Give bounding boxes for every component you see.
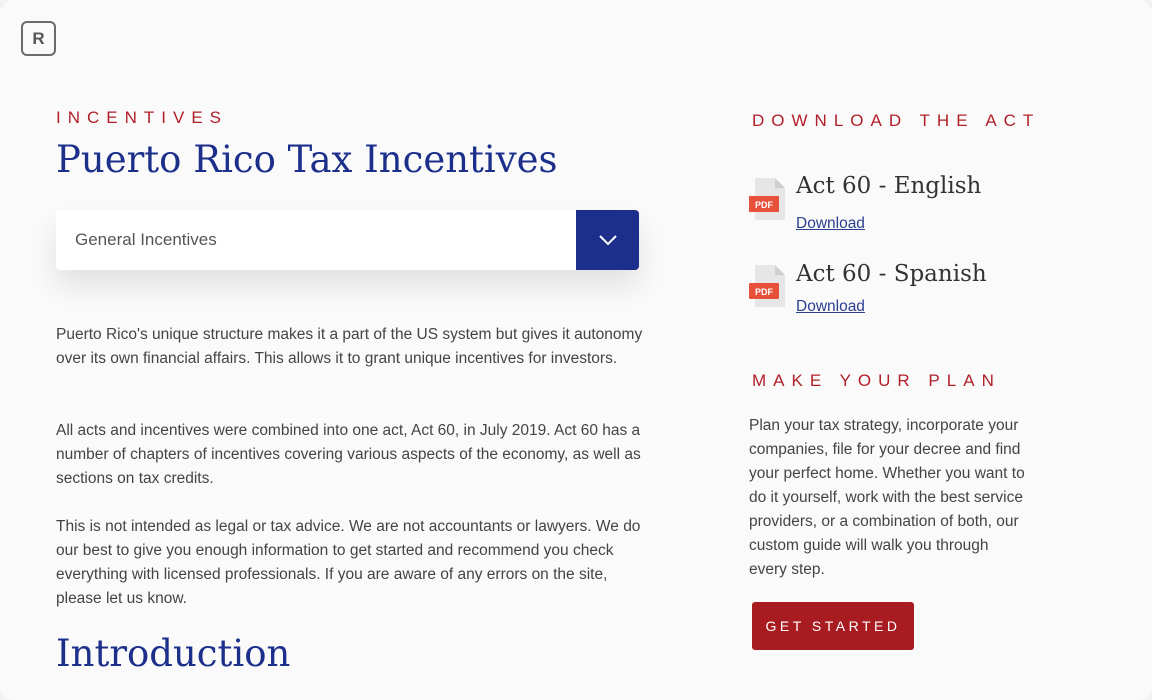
page: R INCENTIVES Puerto Rico Tax Incentives … (0, 0, 1152, 700)
logo[interactable]: R (21, 21, 56, 56)
incentives-select[interactable]: General Incentives (56, 210, 639, 270)
pdf-file-icon: PDF (749, 178, 785, 220)
intro-paragraph-3: This is not intended as legal or tax adv… (56, 518, 641, 607)
select-toggle-button[interactable] (576, 210, 639, 270)
download-title: Act 60 - English (796, 173, 982, 199)
chevron-down-icon (598, 235, 617, 246)
svg-text:PDF: PDF (755, 287, 774, 297)
plan-heading: MAKE YOUR PLAN (752, 371, 1001, 390)
section-eyebrow: INCENTIVES (56, 108, 229, 127)
intro-paragraph-1: Puerto Rico's unique structure makes it … (56, 326, 643, 367)
intro-paragraph-2: All acts and incentives were combined in… (56, 422, 641, 487)
svg-text:PDF: PDF (755, 200, 774, 210)
pdf-file-icon: PDF (749, 265, 785, 307)
download-title: Act 60 - Spanish (796, 261, 987, 287)
section-heading: Introduction (56, 632, 291, 675)
page-title: Puerto Rico Tax Incentives (56, 138, 558, 181)
logo-letter: R (32, 28, 45, 48)
download-heading: DOWNLOAD THE ACT (752, 111, 1041, 130)
plan-description: Plan your tax strategy, incorporate your… (749, 417, 1025, 578)
get-started-button[interactable]: GET STARTED (752, 602, 914, 650)
download-link[interactable]: Download (796, 215, 865, 233)
select-value: General Incentives (75, 230, 217, 249)
download-link[interactable]: Download (796, 298, 865, 316)
